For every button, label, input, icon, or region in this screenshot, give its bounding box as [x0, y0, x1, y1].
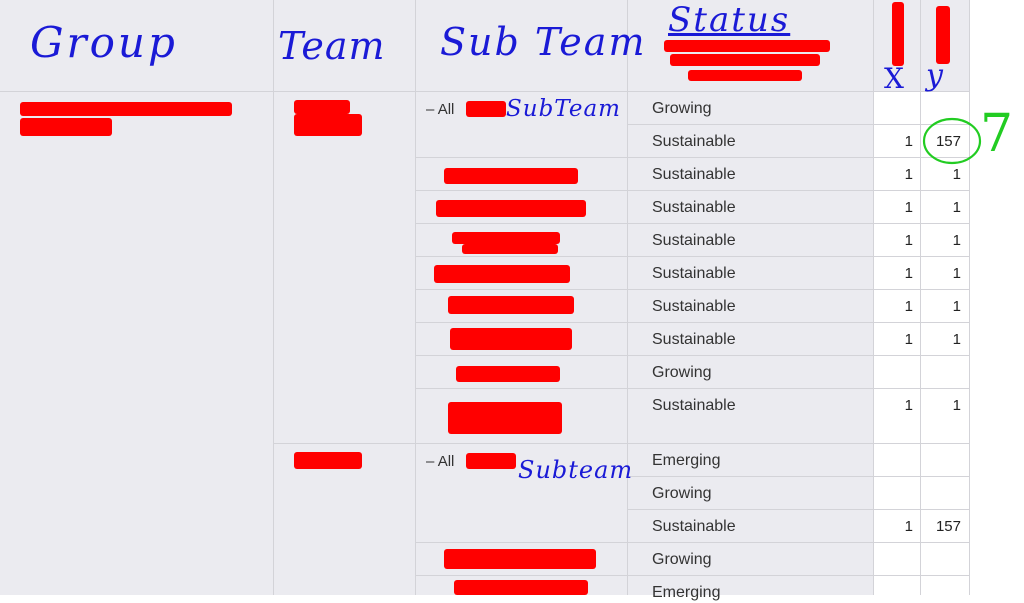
redaction [670, 54, 820, 66]
y-value: 1 [952, 199, 961, 216]
redaction [20, 102, 232, 116]
x-value: 1 [904, 166, 913, 183]
subteam-note: SubTeam [506, 96, 621, 122]
subteam-header: Sub Team [440, 20, 647, 64]
redaction [664, 40, 830, 52]
x-value: 1 [904, 265, 913, 282]
redaction [448, 402, 562, 434]
row-divider [416, 289, 970, 290]
expand-all-toggle[interactable]: – All [426, 100, 454, 120]
redaction [20, 118, 112, 136]
y-value: 1 [952, 331, 961, 348]
row-divider [416, 190, 970, 191]
y-value: 1 [952, 265, 961, 282]
status-cell: Growing [652, 551, 712, 568]
redaction [466, 453, 516, 469]
row-divider [628, 476, 970, 477]
x-value: 1 [904, 331, 913, 348]
redaction [466, 101, 506, 117]
team-column-background [274, 92, 416, 595]
row-divider [416, 322, 970, 323]
status-cell: Emerging [652, 584, 721, 601]
pivot-table: Group Team Sub Team Status X y – All Sub… [0, 0, 1024, 601]
redaction [688, 70, 802, 81]
status-cell: Sustainable [652, 166, 736, 183]
y-value: 1 [952, 298, 961, 315]
row-divider [628, 509, 970, 510]
row-divider [416, 575, 970, 576]
side-note: 7 [980, 104, 1014, 164]
x-header: X [884, 62, 907, 95]
redaction [892, 2, 904, 66]
grid-line [415, 0, 416, 595]
status-cell: Sustainable [652, 298, 736, 315]
y-value: 157 [935, 518, 961, 535]
redaction [444, 549, 596, 569]
x-value: 1 [904, 397, 913, 414]
status-cell: Sustainable [652, 232, 736, 249]
group-header: Group [30, 18, 178, 67]
status-cell: Sustainable [652, 199, 736, 216]
row-divider [416, 542, 970, 543]
y-value: 1 [952, 397, 961, 414]
row-divider [416, 388, 970, 389]
redaction [448, 296, 574, 314]
redaction [294, 100, 350, 114]
redaction [456, 366, 560, 382]
status-cell: Sustainable [652, 331, 736, 348]
group-column-background [0, 92, 274, 595]
y-value: 1 [952, 232, 961, 249]
status-cell: Growing [652, 100, 712, 117]
redaction [444, 168, 578, 184]
subteam-note: Subteam [518, 456, 634, 484]
grid-line [969, 0, 970, 595]
status-cell: Sustainable [652, 265, 736, 282]
grid-line [873, 0, 874, 595]
row-divider [274, 443, 970, 444]
all-label: All [437, 101, 455, 118]
x-value: 1 [904, 298, 913, 315]
x-value: 1 [904, 518, 913, 535]
redaction [294, 114, 362, 136]
grid-line [273, 0, 274, 595]
team-header: Team [278, 24, 386, 68]
redaction [294, 452, 362, 469]
grid-line [627, 0, 628, 595]
status-cell: Growing [652, 364, 712, 381]
status-cell: Growing [652, 485, 712, 502]
status-cell: Sustainable [652, 133, 736, 150]
redaction [454, 580, 588, 595]
redaction [450, 328, 572, 350]
status-header: Status [668, 0, 791, 40]
row-divider [416, 223, 970, 224]
redaction [452, 232, 560, 244]
redaction [436, 200, 586, 217]
x-value: 1 [904, 133, 913, 150]
x-value: 1 [904, 199, 913, 216]
row-divider [416, 157, 970, 158]
circled-value-ring [922, 117, 982, 165]
status-cell: Sustainable [652, 518, 736, 535]
redaction [434, 265, 570, 283]
all-label: All [437, 453, 455, 470]
status-cell: Sustainable [652, 397, 736, 414]
status-cell: Emerging [652, 452, 721, 469]
grid-line [920, 0, 921, 595]
x-value: 1 [904, 232, 913, 249]
row-divider [416, 256, 970, 257]
expand-all-toggle[interactable]: – All [426, 452, 454, 472]
redaction [462, 244, 558, 254]
redaction [936, 6, 950, 64]
row-divider [416, 355, 970, 356]
